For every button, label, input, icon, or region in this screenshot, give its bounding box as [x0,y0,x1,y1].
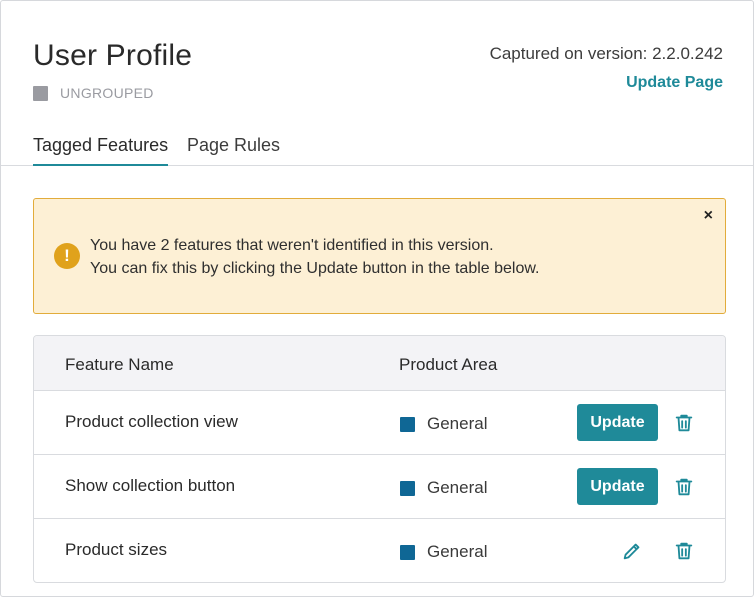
alert-message: You have 2 features that weren't identif… [90,234,539,280]
trash-icon[interactable] [673,540,695,562]
page-title: User Profile [33,39,193,72]
tab-bar: Tagged Features Page Rules [1,129,753,166]
area-label: General [427,542,488,561]
tab-page-rules[interactable]: Page Rules [187,135,280,166]
update-page-link[interactable]: Update Page [626,74,723,92]
page-frame: User Profile UNGROUPED Captured on versi… [0,0,754,597]
area-swatch [400,416,415,432]
table-row: Product sizes General [34,519,725,582]
close-icon[interactable]: × [704,207,713,225]
features-table: Feature Name Product Area Product collec… [33,335,726,583]
area-swatch [400,544,415,560]
area-label: General [427,478,488,497]
tab-tagged-features[interactable]: Tagged Features [33,135,169,166]
area-label: General [427,414,488,433]
product-area: General [400,542,487,562]
feature-name[interactable]: Product sizes [65,540,167,560]
feature-name[interactable]: Product collection view [65,412,238,432]
header-product-area: Product Area [399,355,498,374]
header-feature-name: Feature Name [65,355,174,374]
alert-line-1: You have 2 features that weren't identif… [90,237,494,254]
trash-icon[interactable] [673,476,695,498]
table-row: Show collection button General Update [34,455,725,519]
table-header: Feature Name Product Area [34,336,725,391]
feature-name[interactable]: Show collection button [65,476,235,496]
captured-version: Captured on version: 2.2.0.242 [489,44,723,63]
group-swatch [33,85,48,101]
warning-icon: ! [54,243,80,269]
product-area: General [400,478,487,498]
update-button[interactable]: Update [577,404,658,441]
pencil-icon[interactable] [621,540,643,562]
table-row: Product collection view General Update [34,391,725,455]
update-button[interactable]: Update [577,468,658,505]
area-swatch [400,480,415,496]
trash-icon[interactable] [673,412,695,434]
group-label: UNGROUPED [60,85,154,101]
group-indicator: UNGROUPED [33,85,154,101]
product-area: General [400,414,487,434]
alert-line-2: You can fix this by clicking the Update … [90,260,540,277]
warning-alert: ! You have 2 features that weren't ident… [33,198,726,314]
